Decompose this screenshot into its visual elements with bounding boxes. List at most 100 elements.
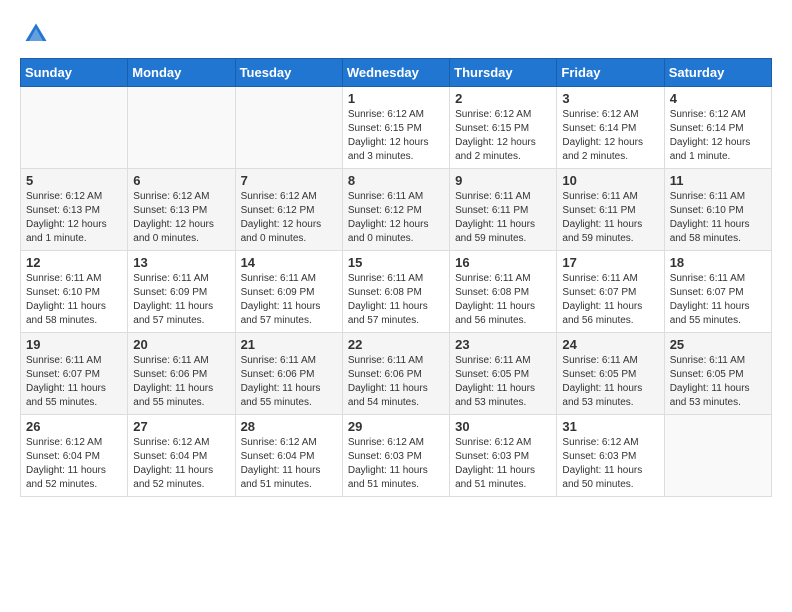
calendar-cell: 30 Sunrise: 6:12 AM Sunset: 6:03 PM Dayli… [450,415,557,497]
calendar-cell: 5 Sunrise: 6:12 AM Sunset: 6:13 PM Daylig… [21,169,128,251]
calendar-body: 1 Sunrise: 6:12 AM Sunset: 6:15 PM Daylig… [21,87,772,497]
calendar-cell: 9 Sunrise: 6:11 AM Sunset: 6:11 PM Daylig… [450,169,557,251]
day-number: 6 [133,173,229,188]
day-info: Sunrise: 6:12 AM Sunset: 6:03 PM Dayligh… [455,436,551,492]
calendar-cell: 23 Sunrise: 6:11 AM Sunset: 6:05 PM Dayli… [450,333,557,415]
day-info: Sunrise: 6:11 AM Sunset: 6:06 PM Dayligh… [241,354,337,410]
day-number: 7 [241,173,337,188]
calendar-cell: 12 Sunrise: 6:11 AM Sunset: 6:10 PM Dayli… [21,251,128,333]
page-header [20,20,772,48]
day-info: Sunrise: 6:11 AM Sunset: 6:05 PM Dayligh… [455,354,551,410]
calendar-cell: 16Sunrise: 6:11 AM Sunset: 6:08 PM Dayli… [450,251,557,333]
calendar-cell [128,87,235,169]
day-info: Sunrise: 6:12 AM Sunset: 6:03 PM Dayligh… [562,436,658,492]
day-info: Sunrise: 6:11 AM Sunset: 6:10 PM Dayligh… [26,272,122,328]
day-info: Sunrise: 6:11 AM Sunset: 6:05 PM Dayligh… [670,354,766,410]
weekday-header-row: SundayMondayTuesdayWednesdayThursdayFrid… [21,59,772,87]
calendar-cell: 6 Sunrise: 6:12 AM Sunset: 6:13 PM Daylig… [128,169,235,251]
day-number: 15 [348,255,444,270]
day-info: Sunrise: 6:11 AM Sunset: 6:06 PM Dayligh… [133,354,229,410]
calendar-cell: 17 Sunrise: 6:11 AM Sunset: 6:07 PM Dayli… [557,251,664,333]
day-number: 21 [241,337,337,352]
calendar-cell: 19 Sunrise: 6:11 AM Sunset: 6:07 PM Dayli… [21,333,128,415]
day-info: Sunrise: 6:11 AM Sunset: 6:07 PM Dayligh… [26,354,122,410]
day-info: Sunrise: 6:11 AM Sunset: 6:07 PM Dayligh… [562,272,658,328]
day-number: 3 [562,91,658,106]
day-number: 29 [348,419,444,434]
calendar-cell: 8 Sunrise: 6:11 AM Sunset: 6:12 PM Daylig… [342,169,449,251]
calendar-cell: 11 Sunrise: 6:11 AM Sunset: 6:10 PM Dayli… [664,169,771,251]
day-info: Sunrise: 6:11 AM Sunset: 6:07 PM Dayligh… [670,272,766,328]
day-info: Sunrise: 6:11 AM Sunset: 6:05 PM Dayligh… [562,354,658,410]
day-number: 5 [26,173,122,188]
day-number: 20 [133,337,229,352]
day-info: Sunrise: 6:11 AM Sunset: 6:08 PM Dayligh… [455,272,551,328]
calendar-week-3: 12 Sunrise: 6:11 AM Sunset: 6:10 PM Dayli… [21,251,772,333]
day-number: 12 [26,255,122,270]
calendar-cell: 21 Sunrise: 6:11 AM Sunset: 6:06 PM Dayli… [235,333,342,415]
day-info: Sunrise: 6:11 AM Sunset: 6:12 PM Dayligh… [348,190,444,246]
calendar-cell: 2Sunrise: 6:12 AM Sunset: 6:15 PM Daylig… [450,87,557,169]
day-number: 31 [562,419,658,434]
day-number: 17 [562,255,658,270]
day-info: Sunrise: 6:12 AM Sunset: 6:13 PM Dayligh… [133,190,229,246]
calendar-week-2: 5 Sunrise: 6:12 AM Sunset: 6:13 PM Daylig… [21,169,772,251]
weekday-thursday: Thursday [450,59,557,87]
day-number: 4 [670,91,766,106]
day-number: 23 [455,337,551,352]
logo-icon [22,20,50,48]
calendar-cell: 1 Sunrise: 6:12 AM Sunset: 6:15 PM Daylig… [342,87,449,169]
day-info: Sunrise: 6:12 AM Sunset: 6:14 PM Dayligh… [562,108,658,164]
calendar-cell: 26 Sunrise: 6:12 AM Sunset: 6:04 PM Dayli… [21,415,128,497]
day-info: Sunrise: 6:12 AM Sunset: 6:13 PM Dayligh… [26,190,122,246]
weekday-saturday: Saturday [664,59,771,87]
day-info: Sunrise: 6:12 AM Sunset: 6:14 PM Dayligh… [670,108,766,164]
calendar-week-1: 1 Sunrise: 6:12 AM Sunset: 6:15 PM Daylig… [21,87,772,169]
calendar-cell [21,87,128,169]
calendar-cell: 4 Sunrise: 6:12 AM Sunset: 6:14 PM Daylig… [664,87,771,169]
calendar-cell: 22Sunrise: 6:11 AM Sunset: 6:06 PM Dayli… [342,333,449,415]
calendar-table: SundayMondayTuesdayWednesdayThursdayFrid… [20,58,772,497]
day-number: 1 [348,91,444,106]
day-number: 2 [455,91,551,106]
calendar-cell: 3 Sunrise: 6:12 AM Sunset: 6:14 PM Daylig… [557,87,664,169]
weekday-monday: Monday [128,59,235,87]
day-number: 10 [562,173,658,188]
day-info: Sunrise: 6:11 AM Sunset: 6:09 PM Dayligh… [241,272,337,328]
day-info: Sunrise: 6:12 AM Sunset: 6:12 PM Dayligh… [241,190,337,246]
day-info: Sunrise: 6:11 AM Sunset: 6:11 PM Dayligh… [455,190,551,246]
calendar-cell: 18 Sunrise: 6:11 AM Sunset: 6:07 PM Dayli… [664,251,771,333]
calendar-cell: 28 Sunrise: 6:12 AM Sunset: 6:04 PM Dayli… [235,415,342,497]
calendar-cell: 27Sunrise: 6:12 AM Sunset: 6:04 PM Dayli… [128,415,235,497]
day-info: Sunrise: 6:12 AM Sunset: 6:04 PM Dayligh… [26,436,122,492]
day-number: 18 [670,255,766,270]
day-number: 30 [455,419,551,434]
day-number: 8 [348,173,444,188]
calendar-cell: 7 Sunrise: 6:12 AM Sunset: 6:12 PM Daylig… [235,169,342,251]
day-number: 13 [133,255,229,270]
weekday-wednesday: Wednesday [342,59,449,87]
day-number: 26 [26,419,122,434]
day-info: Sunrise: 6:12 AM Sunset: 6:15 PM Dayligh… [348,108,444,164]
day-number: 14 [241,255,337,270]
weekday-friday: Friday [557,59,664,87]
calendar-cell: 10Sunrise: 6:11 AM Sunset: 6:11 PM Dayli… [557,169,664,251]
calendar-week-4: 19 Sunrise: 6:11 AM Sunset: 6:07 PM Dayli… [21,333,772,415]
calendar-cell: 13Sunrise: 6:11 AM Sunset: 6:09 PM Dayli… [128,251,235,333]
day-number: 11 [670,173,766,188]
day-number: 24 [562,337,658,352]
weekday-sunday: Sunday [21,59,128,87]
calendar-cell: 20 Sunrise: 6:11 AM Sunset: 6:06 PM Dayli… [128,333,235,415]
calendar-cell: 24 Sunrise: 6:11 AM Sunset: 6:05 PM Dayli… [557,333,664,415]
day-number: 9 [455,173,551,188]
day-number: 28 [241,419,337,434]
day-info: Sunrise: 6:11 AM Sunset: 6:06 PM Dayligh… [348,354,444,410]
calendar-cell: 14 Sunrise: 6:11 AM Sunset: 6:09 PM Dayli… [235,251,342,333]
day-number: 19 [26,337,122,352]
calendar-cell: 31 Sunrise: 6:12 AM Sunset: 6:03 PM Dayli… [557,415,664,497]
day-info: Sunrise: 6:12 AM Sunset: 6:04 PM Dayligh… [241,436,337,492]
day-info: Sunrise: 6:11 AM Sunset: 6:08 PM Dayligh… [348,272,444,328]
day-info: Sunrise: 6:11 AM Sunset: 6:10 PM Dayligh… [670,190,766,246]
day-number: 25 [670,337,766,352]
day-info: Sunrise: 6:12 AM Sunset: 6:04 PM Dayligh… [133,436,229,492]
